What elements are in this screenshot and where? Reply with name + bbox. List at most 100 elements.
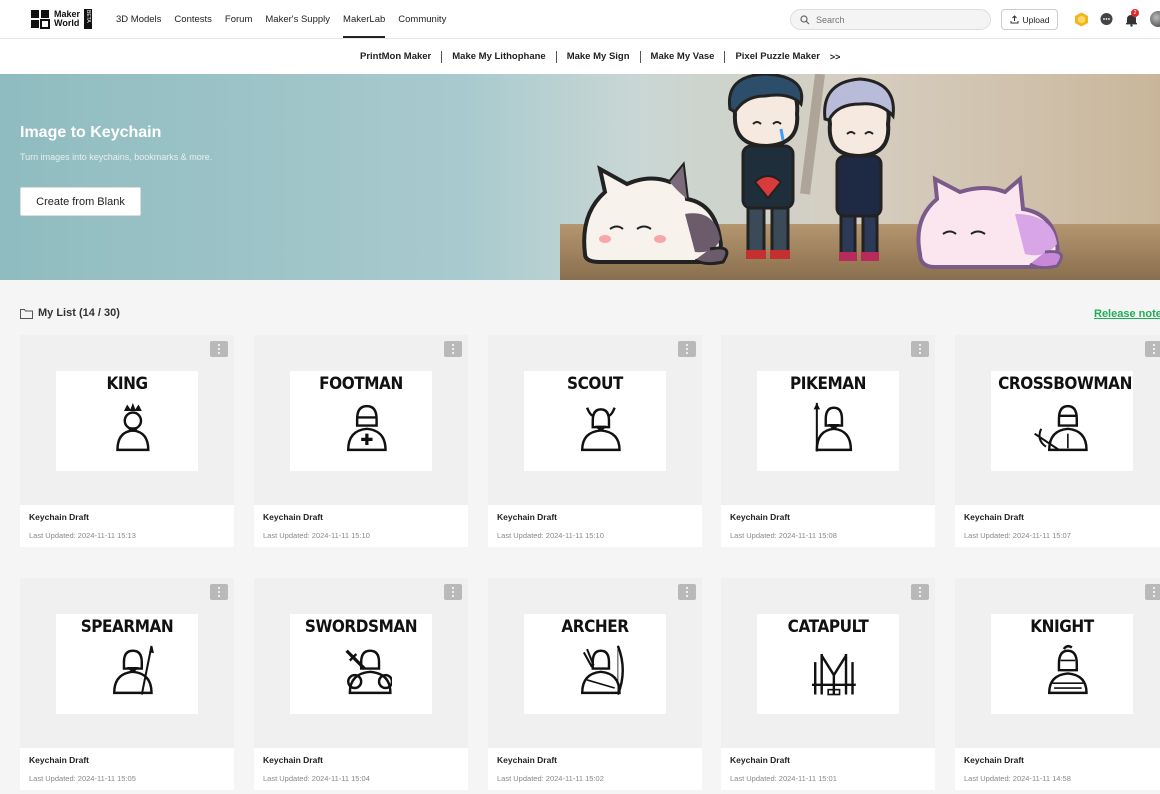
keychain-draft-card[interactable]: CATAPULT Keychain Draft Last Updated: 2024… bbox=[721, 578, 935, 790]
warrior-figure-icon bbox=[1047, 644, 1088, 695]
sleeping-cat-right bbox=[916, 174, 1063, 270]
warrior-figure-icon bbox=[346, 404, 387, 452]
card-thumbnail[interactable]: SPEARMAN bbox=[20, 578, 234, 748]
keychain-draft-card[interactable]: KING Keychain Draft Last Updated: 2024-11-… bbox=[20, 335, 234, 547]
user-avatar[interactable] bbox=[1150, 11, 1160, 27]
warrior-figure-icon bbox=[811, 653, 856, 696]
sad-boy-figure bbox=[727, 74, 804, 259]
search-box[interactable] bbox=[790, 9, 991, 30]
card-last-updated: Last Updated: 2024-11-11 14:58 bbox=[964, 774, 1071, 783]
beta-badge: BETA bbox=[84, 9, 93, 29]
warrior-figure-icon bbox=[813, 402, 853, 452]
nav-3d-models[interactable]: 3D Models bbox=[116, 0, 161, 38]
subnav-divider bbox=[555, 50, 557, 63]
card-preview-image: PIKEMAN bbox=[757, 371, 899, 471]
card-title: Keychain Draft bbox=[730, 512, 790, 522]
card-more-options-icon[interactable] bbox=[678, 341, 696, 357]
card-title: Keychain Draft bbox=[730, 755, 790, 765]
card-more-options-icon[interactable] bbox=[210, 341, 228, 357]
card-title: Keychain Draft bbox=[497, 512, 557, 522]
hero-banner: Image to Keychain Turn images into keych… bbox=[0, 74, 1160, 280]
card-thumbnail[interactable]: CATAPULT bbox=[721, 578, 935, 748]
keychain-draft-card[interactable]: PIKEMAN Keychain Draft Last Updated: 2024-… bbox=[721, 335, 935, 547]
warrior-figure-icon bbox=[580, 407, 621, 452]
keychain-draft-card[interactable]: ARCHER Keychain Draft Last Updated: 2024-1… bbox=[488, 578, 702, 790]
keychain-draft-card[interactable]: KNIGHT Keychain Draft Last Updated: 2024-1… bbox=[955, 578, 1160, 790]
nav-makerlab[interactable]: MakerLab bbox=[343, 0, 386, 38]
keychain-draft-card[interactable]: CROSSBOWMAN Keychain Draft Last Updated: 2… bbox=[955, 335, 1160, 547]
card-preview-image: SCOUT bbox=[524, 371, 666, 471]
subnav-make-my-sign[interactable]: Make My Sign bbox=[567, 51, 630, 62]
subnav-divider bbox=[441, 50, 443, 63]
card-thumbnail[interactable]: FOOTMAN bbox=[254, 335, 468, 505]
card-thumbnail[interactable]: CROSSBOWMAN bbox=[955, 335, 1160, 505]
card-image-word: SCOUT bbox=[567, 374, 623, 394]
card-more-options-icon[interactable] bbox=[911, 584, 929, 600]
points-badge-icon[interactable] bbox=[1074, 12, 1089, 27]
search-input[interactable] bbox=[816, 14, 976, 25]
subnav-make-my-vase[interactable]: Make My Vase bbox=[651, 51, 715, 62]
subnav-divider bbox=[724, 50, 726, 63]
warrior-figure-icon bbox=[1034, 404, 1088, 452]
nav-contests[interactable]: Contests bbox=[174, 0, 212, 38]
card-preview-image: CROSSBOWMAN bbox=[991, 371, 1133, 471]
card-more-options-icon[interactable] bbox=[678, 584, 696, 600]
subnav-pixel-puzzle-maker[interactable]: Pixel Puzzle Maker bbox=[735, 51, 819, 62]
release-notes-link[interactable]: Release notes bbox=[1094, 308, 1160, 320]
card-title: Keychain Draft bbox=[29, 512, 89, 522]
logo-cube-icon bbox=[31, 10, 50, 29]
warrior-figure-icon bbox=[112, 645, 154, 695]
card-last-updated: Last Updated: 2024-11-11 15:08 bbox=[730, 531, 837, 540]
card-image-word: ARCHER bbox=[561, 617, 629, 637]
subnav-make-my-lithophane[interactable]: Make My Lithophane bbox=[452, 51, 545, 62]
nav-forum[interactable]: Forum bbox=[225, 0, 252, 38]
card-thumbnail[interactable]: KNIGHT bbox=[955, 578, 1160, 748]
card-preview-image: CATAPULT bbox=[757, 614, 899, 714]
nav-makers-supply[interactable]: Maker's Supply bbox=[265, 0, 330, 38]
main-nav: 3D Models Contests Forum Maker's Supply … bbox=[116, 0, 446, 38]
card-image-word: CATAPULT bbox=[787, 617, 869, 637]
card-more-options-icon[interactable] bbox=[444, 341, 462, 357]
card-thumbnail[interactable]: PIKEMAN bbox=[721, 335, 935, 505]
top-navigation-bar: Maker World BETA 3D Models Contests Forum… bbox=[0, 0, 1160, 39]
card-more-options-icon[interactable] bbox=[444, 584, 462, 600]
upload-label: Upload bbox=[1022, 14, 1050, 25]
card-title: Keychain Draft bbox=[29, 755, 89, 765]
subnav-printmon-maker[interactable]: PrintMon Maker bbox=[360, 51, 431, 62]
card-last-updated: Last Updated: 2024-11-11 15:13 bbox=[29, 531, 136, 540]
card-thumbnail[interactable]: ARCHER bbox=[488, 578, 702, 748]
card-last-updated: Last Updated: 2024-11-11 15:04 bbox=[263, 774, 370, 783]
card-preview-image: SPEARMAN bbox=[56, 614, 198, 714]
notification-count-badge: 2 bbox=[1131, 9, 1139, 17]
my-list-header: My List (14 / 30) bbox=[20, 307, 120, 319]
card-image-word: SPEARMAN bbox=[80, 617, 174, 637]
card-image-word: KING bbox=[106, 374, 148, 394]
card-title: Keychain Draft bbox=[497, 755, 557, 765]
folder-icon bbox=[20, 308, 33, 319]
card-thumbnail[interactable]: SWORDSMAN bbox=[254, 578, 468, 748]
keychain-draft-card[interactable]: SCOUT Keychain Draft Last Updated: 2024-11… bbox=[488, 335, 702, 547]
card-thumbnail[interactable]: SCOUT bbox=[488, 335, 702, 505]
hero-keychain-illustration bbox=[582, 74, 1063, 270]
card-more-options-icon[interactable] bbox=[911, 341, 929, 357]
card-preview-image: FOOTMAN bbox=[290, 371, 432, 471]
card-more-options-icon[interactable] bbox=[1145, 584, 1160, 600]
card-more-options-icon[interactable] bbox=[1145, 341, 1160, 357]
keychain-draft-card[interactable]: SPEARMAN Keychain Draft Last Updated: 2024… bbox=[20, 578, 234, 790]
card-thumbnail[interactable]: KING bbox=[20, 335, 234, 505]
card-last-updated: Last Updated: 2024-11-11 15:01 bbox=[730, 774, 837, 783]
card-more-options-icon[interactable] bbox=[210, 584, 228, 600]
card-image-word: PIKEMAN bbox=[790, 374, 866, 394]
keychain-draft-card[interactable]: SWORDSMAN Keychain Draft Last Updated: 202… bbox=[254, 578, 468, 790]
messages-icon[interactable] bbox=[1099, 12, 1114, 27]
card-title: Keychain Draft bbox=[964, 755, 1024, 765]
create-from-blank-button[interactable]: Create from Blank bbox=[20, 187, 141, 216]
nav-community[interactable]: Community bbox=[398, 0, 446, 38]
warrior-figure-icon bbox=[580, 645, 624, 695]
upload-button[interactable]: Upload bbox=[1001, 9, 1058, 30]
card-title: Keychain Draft bbox=[263, 755, 323, 765]
card-preview-image: KNIGHT bbox=[991, 614, 1133, 714]
subnav-more-button[interactable]: >> bbox=[830, 52, 841, 62]
keychain-draft-card[interactable]: FOOTMAN Keychain Draft Last Updated: 2024-… bbox=[254, 335, 468, 547]
makerworld-logo[interactable]: Maker World BETA bbox=[30, 9, 93, 29]
